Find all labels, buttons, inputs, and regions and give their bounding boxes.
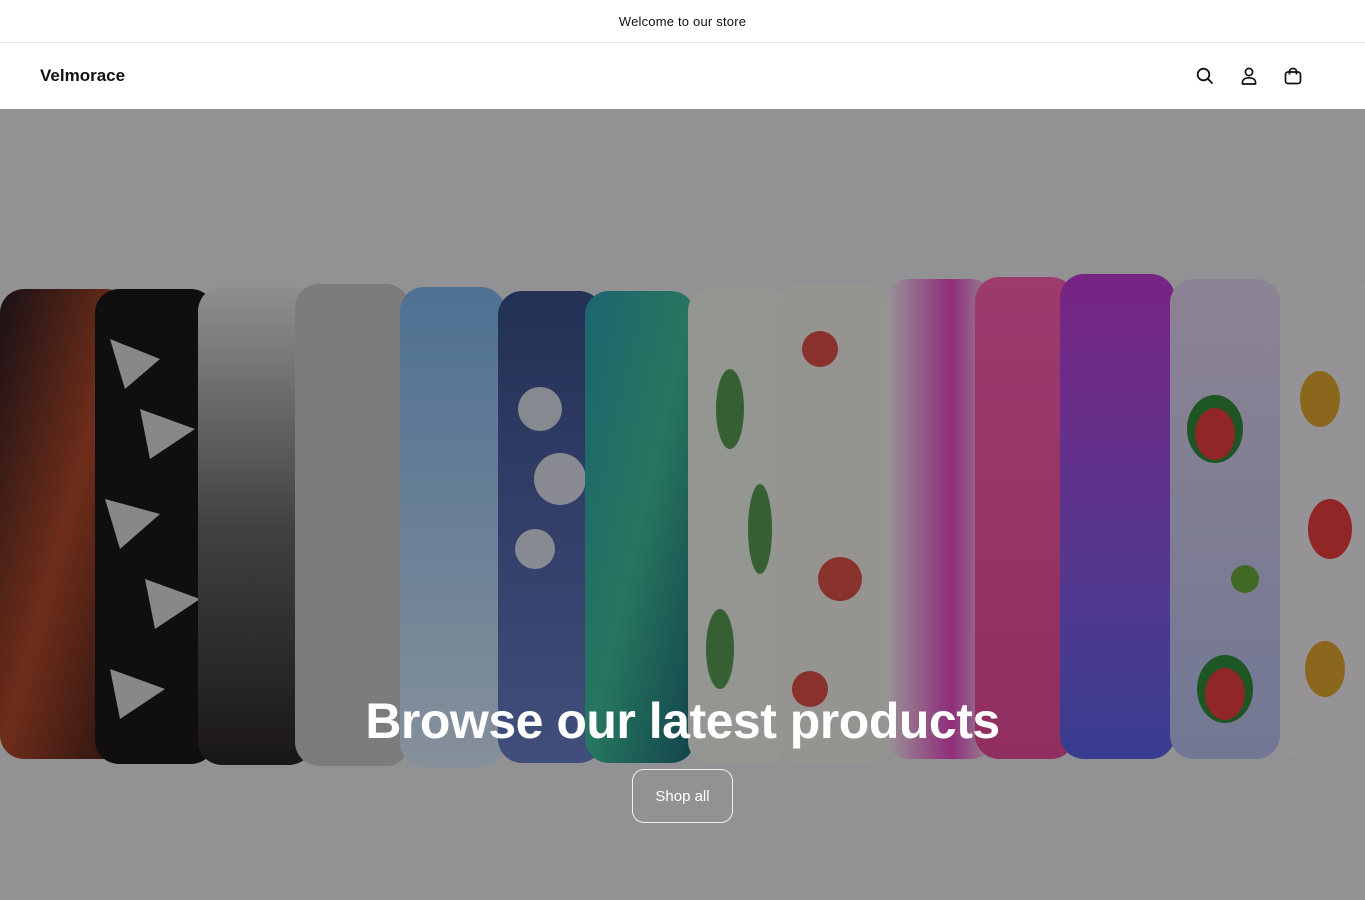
announcement-bar: Welcome to our store: [0, 0, 1365, 43]
hero-title: Browse our latest products: [365, 693, 1000, 749]
search-icon: [1196, 67, 1213, 84]
hero-content: Browse our latest products Shop all: [0, 694, 1365, 823]
announcement-text: Welcome to our store: [618, 13, 747, 29]
search-button[interactable]: [1183, 54, 1227, 98]
cart-icon: [1284, 67, 1302, 85]
site-header: Velmorace: [0, 43, 1365, 109]
hero-banner: Browse our latest products Shop all: [0, 109, 1365, 900]
header-icons: [1183, 54, 1315, 98]
store-logo[interactable]: Velmorace: [40, 66, 125, 86]
account-button[interactable]: [1227, 54, 1271, 98]
shop-all-button[interactable]: Shop all: [632, 769, 733, 823]
cart-button[interactable]: [1271, 54, 1315, 98]
account-icon: [1241, 67, 1257, 85]
